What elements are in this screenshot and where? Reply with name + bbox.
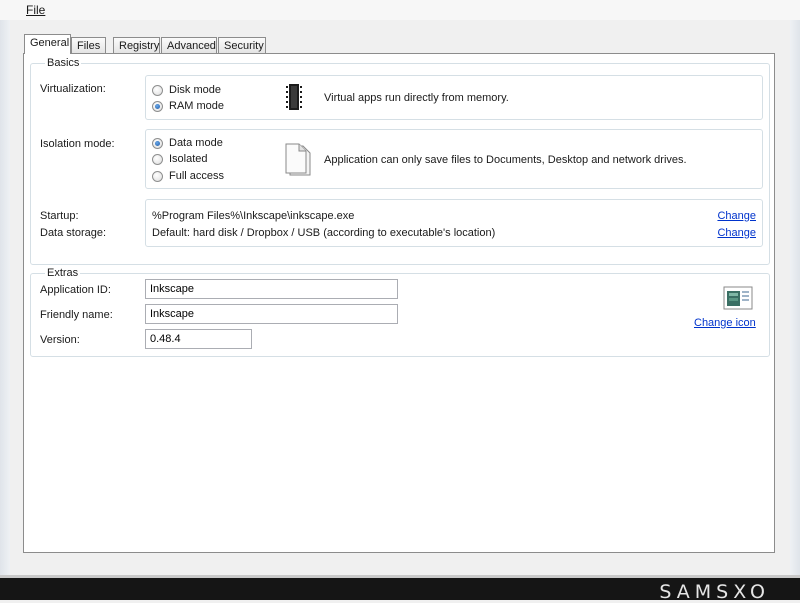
footer-bar: SAMSXO	[0, 578, 800, 603]
radio-button-selected[interactable]	[152, 137, 163, 149]
radio-button[interactable]	[152, 153, 163, 165]
tab-panel-general: Basics Virtualization: Disk mode RAM mod…	[23, 53, 775, 553]
startup-label: Startup:	[40, 210, 79, 222]
radio-ram-mode[interactable]: RAM mode	[152, 99, 224, 113]
radio-label-data-mode: Data mode	[169, 137, 223, 149]
isolation-label: Isolation mode:	[40, 138, 115, 150]
radio-label-full-access: Full access	[169, 170, 225, 182]
friendly-name-label: Friendly name:	[40, 309, 113, 321]
startup-path: %Program Files%\Inkscape\inkscape.exe	[152, 210, 355, 222]
paths-box: %Program Files%\Inkscape\inkscape.exe Ch…	[145, 199, 763, 247]
radio-data-mode[interactable]: Data mode	[152, 136, 223, 150]
tab-advanced[interactable]: Advanced	[161, 37, 217, 53]
radio-button[interactable]	[152, 84, 163, 96]
basics-group: Basics Virtualization: Disk mode RAM mod…	[30, 57, 770, 265]
friendly-name-input[interactable]	[145, 304, 398, 324]
window-border-left	[0, 0, 10, 580]
tab-general[interactable]: General	[24, 34, 71, 54]
virtualization-description: Virtual apps run directly from memory.	[324, 92, 509, 104]
extras-group: Extras Application ID: Friendly name: Ve…	[30, 267, 770, 357]
application-id-label: Application ID:	[40, 284, 111, 296]
radio-label-isolated: Isolated	[169, 153, 208, 165]
radio-disk-mode[interactable]: Disk mode	[152, 83, 221, 97]
change-icon-link[interactable]: Change icon	[694, 317, 756, 329]
radio-button-selected[interactable]	[152, 100, 163, 112]
radio-full-access[interactable]: Full access	[152, 169, 224, 183]
virtualization-label: Virtualization:	[40, 83, 106, 95]
data-storage-label: Data storage:	[40, 227, 107, 239]
isolation-description: Application can only save files to Docum…	[324, 154, 687, 166]
tab-security[interactable]: Security	[218, 37, 266, 53]
data-storage-value: Default: hard disk / Dropbox / USB (acco…	[152, 227, 496, 239]
application-id-input[interactable]	[145, 279, 398, 299]
version-input[interactable]	[145, 329, 252, 349]
radio-button[interactable]	[152, 170, 163, 182]
version-label: Version:	[40, 334, 80, 346]
document-icon	[285, 143, 311, 176]
tab-files[interactable]: Files	[71, 37, 106, 53]
data-storage-change-link[interactable]: Change	[717, 227, 756, 239]
radio-label-ram-mode: RAM mode	[169, 100, 225, 112]
radio-label-disk-mode: Disk mode	[169, 84, 221, 96]
basics-title: Basics	[45, 57, 82, 69]
memory-chip-icon	[286, 84, 302, 110]
startup-change-link[interactable]: Change	[717, 210, 756, 222]
radio-isolated[interactable]: Isolated	[152, 152, 208, 166]
virtualization-box: Disk mode RAM mode Virtual apps run dire…	[145, 75, 763, 120]
window-border-right	[790, 0, 800, 580]
extras-title: Extras	[45, 267, 81, 279]
tab-registry[interactable]: Registry	[113, 37, 160, 53]
menu-bar: File	[0, 0, 800, 20]
menu-file[interactable]: File	[26, 3, 45, 17]
isolation-box: Data mode Isolated Full access Applicati…	[145, 129, 763, 189]
application-icon[interactable]	[723, 285, 753, 311]
